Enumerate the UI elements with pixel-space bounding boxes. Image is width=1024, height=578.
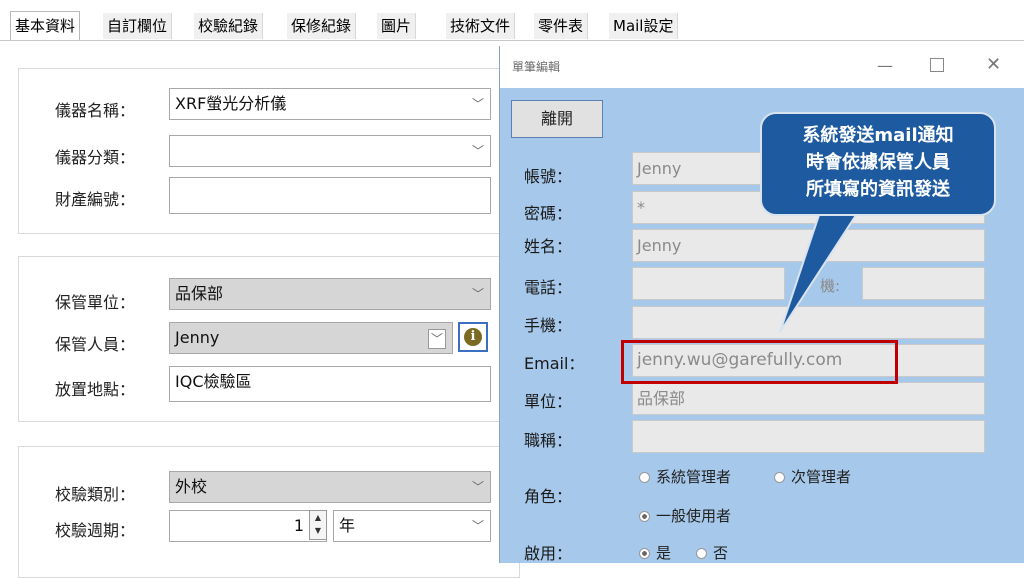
callout-line-1: 系統發送mail通知 — [802, 125, 954, 146]
email-highlight-box — [621, 340, 898, 384]
callout-line-3: 所填寫的資訊發送 — [806, 179, 950, 200]
callout-pointer — [779, 211, 860, 333]
callout-line-2: 時會依據保管人員 — [806, 152, 950, 173]
callout-box: 系統發送mail通知 時會依據保管人員 所填寫的資訊發送 — [760, 112, 996, 216]
